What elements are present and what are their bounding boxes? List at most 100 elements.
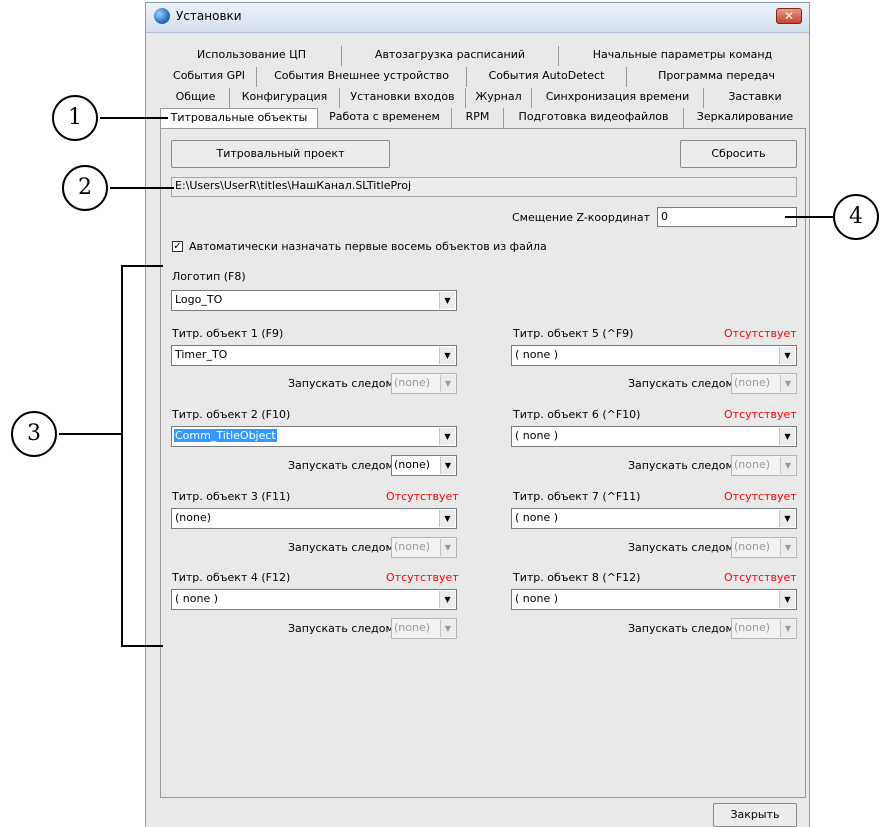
object-4-missing: Отсутствует: [386, 571, 459, 584]
tab-title-objects[interactable]: Титровальные объекты: [160, 108, 318, 130]
callout-2-line: [110, 187, 174, 189]
object-5-label: Титр. объект 5 (^F9): [513, 327, 634, 340]
chevron-down-icon[interactable]: ▼: [780, 620, 795, 637]
chevron-down-icon[interactable]: ▼: [440, 539, 455, 556]
object-1-value: Timer_TO: [175, 348, 228, 361]
object-3-select[interactable]: (none) ▼: [171, 508, 457, 529]
object-4-next-label: Запускать следом: [288, 622, 394, 635]
tab-external-device-events[interactable]: События Внешнее устройство: [257, 67, 467, 87]
callout-3-bracket: [121, 265, 123, 647]
object-8-next-select[interactable]: (none) ▼: [731, 618, 797, 639]
object-5-next-select[interactable]: (none) ▼: [731, 373, 797, 394]
object-7-label: Титр. объект 7 (^F11): [513, 490, 641, 503]
reset-button[interactable]: Сбросить: [680, 140, 797, 168]
object-1-next-value: (none): [394, 376, 431, 389]
tab-input-settings[interactable]: Установки входов: [340, 88, 466, 108]
tab-row-4: Титровальные объекты Работа с временем R…: [160, 108, 806, 130]
object-7-next-value: (none): [734, 540, 771, 553]
chevron-down-icon[interactable]: ▼: [440, 457, 455, 474]
object-3-missing: Отсутствует: [386, 490, 459, 503]
object-2-label: Титр. объект 2 (F10): [172, 408, 291, 421]
tab-gpi-events[interactable]: События GPI: [162, 67, 257, 87]
tab-schedule-autoload[interactable]: Автозагрузка расписаний: [342, 46, 559, 66]
object-7-next-label: Запускать следом: [628, 541, 734, 554]
object-2-next-label: Запускать следом: [288, 459, 394, 472]
object-7-missing: Отсутствует: [724, 490, 797, 503]
callout-3: 3: [11, 411, 57, 457]
logo-select[interactable]: Logo_TO ▼: [171, 290, 457, 311]
tab-mirroring[interactable]: Зеркалирование: [684, 108, 806, 128]
object-3-next-label: Запускать следом: [288, 541, 394, 554]
tab-log[interactable]: Журнал: [466, 88, 532, 108]
tab-program-schedule[interactable]: Программа передач: [627, 67, 806, 87]
chevron-down-icon[interactable]: ▼: [439, 591, 455, 608]
object-1-select[interactable]: Timer_TO ▼: [171, 345, 457, 366]
chevron-down-icon[interactable]: ▼: [440, 620, 455, 637]
window-title: Установки: [176, 9, 242, 23]
object-1-next-select[interactable]: (none) ▼: [391, 373, 457, 394]
object-4-select[interactable]: ( none ) ▼: [171, 589, 457, 610]
tab-configuration[interactable]: Конфигурация: [230, 88, 340, 108]
chevron-down-icon[interactable]: ▼: [779, 510, 795, 527]
chevron-down-icon[interactable]: ▼: [439, 292, 455, 309]
object-8-next-label: Запускать следом: [628, 622, 734, 635]
tab-cpu-usage[interactable]: Использование ЦП: [162, 46, 342, 66]
callout-2: 2: [62, 165, 108, 211]
logo-label: Логотип (F8): [172, 270, 246, 283]
callout-4-line: [785, 216, 833, 218]
tab-rpm[interactable]: RPM: [452, 108, 504, 128]
tab-general[interactable]: Общие: [162, 88, 230, 108]
object-6-select[interactable]: ( none ) ▼: [511, 426, 797, 447]
auto-assign-checkbox[interactable]: ✓: [172, 241, 183, 252]
object-7-next-select[interactable]: (none) ▼: [731, 537, 797, 558]
object-5-next-label: Запускать следом: [628, 377, 734, 390]
object-1-label: Титр. объект 1 (F9): [172, 327, 284, 340]
callout-3-bracket-top: [121, 265, 163, 267]
tab-time-work[interactable]: Работа с временем: [318, 108, 452, 128]
object-6-label: Титр. объект 6 (^F10): [513, 408, 641, 421]
object-7-select[interactable]: ( none ) ▼: [511, 508, 797, 529]
tab-autodetect-events[interactable]: События AutoDetect: [467, 67, 627, 87]
object-1-next-label: Запускать следом: [288, 377, 394, 390]
object-3-label: Титр. объект 3 (F11): [172, 490, 291, 503]
chevron-down-icon[interactable]: ▼: [440, 375, 455, 392]
object-4-label: Титр. объект 4 (F12): [172, 571, 291, 584]
object-6-next-label: Запускать следом: [628, 459, 734, 472]
chevron-down-icon[interactable]: ▼: [780, 457, 795, 474]
chevron-down-icon[interactable]: ▼: [779, 591, 795, 608]
object-3-next-select[interactable]: (none) ▼: [391, 537, 457, 558]
chevron-down-icon[interactable]: ▼: [779, 347, 795, 364]
tab-row-1: Использование ЦП Автозагрузка расписаний…: [162, 46, 806, 66]
object-8-select[interactable]: ( none ) ▼: [511, 589, 797, 610]
object-2-next-value: (none): [394, 458, 431, 471]
object-3-value: (none): [175, 511, 212, 524]
object-4-next-select[interactable]: (none) ▼: [391, 618, 457, 639]
tab-screensavers[interactable]: Заставки: [704, 88, 806, 108]
z-offset-input[interactable]: 0: [657, 207, 797, 227]
tab-row-3: Общие Конфигурация Установки входов Журн…: [162, 88, 806, 108]
chevron-down-icon[interactable]: ▼: [439, 510, 455, 527]
object-2-select[interactable]: Comm_TitleObject ▼: [171, 426, 457, 447]
project-path-field: E:\Users\UserR\titles\НашКанал.SLTitlePr…: [171, 177, 797, 197]
close-window-button[interactable]: ✕: [776, 8, 802, 24]
callout-3-line: [59, 433, 121, 435]
chevron-down-icon[interactable]: ▼: [779, 428, 795, 445]
chevron-down-icon[interactable]: ▼: [780, 375, 795, 392]
object-6-next-select[interactable]: (none) ▼: [731, 455, 797, 476]
object-7-value: ( none ): [515, 511, 559, 524]
close-button[interactable]: Закрыть: [713, 803, 797, 827]
object-5-select[interactable]: ( none ) ▼: [511, 345, 797, 366]
tab-video-prep[interactable]: Подготовка видеофайлов: [504, 108, 684, 128]
chevron-down-icon[interactable]: ▼: [439, 347, 455, 364]
tab-time-sync[interactable]: Синхронизация времени: [532, 88, 704, 108]
callout-3-bracket-bottom: [121, 645, 163, 647]
chevron-down-icon[interactable]: ▼: [439, 428, 455, 445]
callout-1: 1: [52, 95, 98, 141]
object-2-next-select[interactable]: (none) ▼: [391, 455, 457, 476]
title-project-button[interactable]: Титровальный проект: [171, 140, 390, 168]
app-icon: [154, 8, 170, 24]
tab-initial-command-params[interactable]: Начальные параметры команд: [559, 46, 806, 66]
chevron-down-icon[interactable]: ▼: [780, 539, 795, 556]
object-6-value: ( none ): [515, 429, 559, 442]
object-6-missing: Отсутствует: [724, 408, 797, 421]
